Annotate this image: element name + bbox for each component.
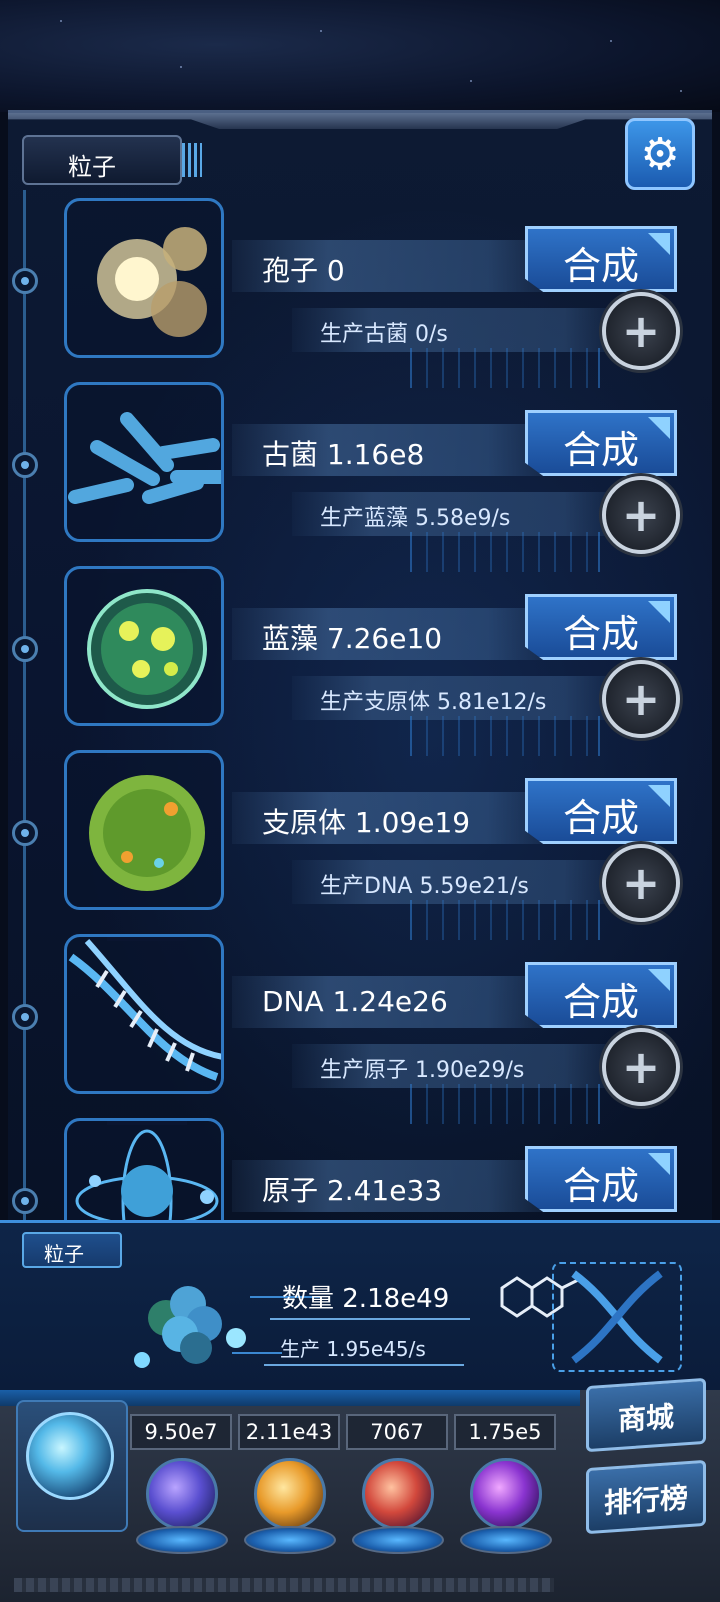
divider: [264, 1364, 464, 1366]
production-rate: 生产古菌 0/s: [292, 308, 612, 352]
production-rate: 生产蓝藻 5.58e9/s: [292, 492, 612, 536]
list-item-mycoplasma: 支原体 1.09e19 合成 生产DNA 5.59e21/s +: [0, 750, 720, 940]
list-item-spore: 孢子 0 合成 生产古菌 0/s +: [0, 198, 720, 388]
item-name: 蓝藻 7.26e10: [232, 608, 552, 660]
item-name: 支原体 1.09e19: [232, 792, 552, 844]
production-rate: 生产原子 1.90e29/s: [292, 1044, 612, 1088]
resource-slot[interactable]: 1.75e5: [454, 1406, 556, 1600]
mycoplasma-icon: [89, 775, 205, 891]
upgrade-button[interactable]: +: [602, 660, 680, 738]
divider: [270, 1318, 470, 1320]
brain-orb-icon[interactable]: [362, 1458, 434, 1530]
resource-value: 7067: [346, 1414, 448, 1450]
production-rate: 生产DNA 5.59e21/s: [292, 860, 612, 904]
synthesize-button[interactable]: 合成: [525, 1146, 677, 1212]
item-name: 古菌 1.16e8: [232, 424, 552, 476]
summary-wire: [232, 1352, 282, 1354]
synthesize-button[interactable]: 合成: [525, 594, 677, 660]
resource-value: 2.11e43: [238, 1414, 340, 1450]
mycoplasma-icon-frame: [64, 750, 224, 910]
cyanobacteria-icon: [87, 589, 207, 709]
orb-pedestal: [460, 1526, 552, 1554]
upgrade-button[interactable]: +: [602, 1028, 680, 1106]
footer-rail: [14, 1578, 554, 1592]
item-name: 孢子 0: [232, 240, 552, 292]
resource-slot[interactable]: 7067: [346, 1406, 448, 1600]
plus-icon: +: [621, 488, 661, 542]
resource-slot[interactable]: 9.50e7: [130, 1406, 232, 1600]
orb-pedestal: [244, 1526, 336, 1554]
lightning-orb-icon[interactable]: [146, 1458, 218, 1530]
synthesize-button[interactable]: 合成: [525, 962, 677, 1028]
archaea-icon: [68, 412, 221, 504]
upgrade-button[interactable]: +: [602, 292, 680, 370]
settings-button[interactable]: ⚙: [625, 118, 695, 190]
gear-icon: ⚙: [640, 128, 680, 180]
particle-count: 数量 2.18e49: [282, 1284, 450, 1314]
cyanobacteria-icon-frame: [64, 566, 224, 726]
dna-icon-frame: [64, 934, 224, 1094]
synthesize-button[interactable]: 合成: [525, 226, 677, 292]
dna-emblem-icon: [552, 1262, 682, 1372]
dna-icon: [68, 939, 221, 1081]
upgrade-button[interactable]: +: [602, 844, 680, 922]
ranking-button[interactable]: 排行榜: [586, 1459, 706, 1535]
list-item-cyanobacteria: 蓝藻 7.26e10 合成 生产支原体 5.81e12/s +: [0, 566, 720, 756]
production-rate: 生产支原体 5.81e12/s: [292, 676, 612, 720]
category-tab-label: 粒子: [68, 153, 116, 181]
particle-rate: 生产 1.95e45/s: [280, 1337, 426, 1361]
space-background: [0, 0, 720, 112]
plus-icon: +: [621, 304, 661, 358]
spore-icon-frame: [64, 198, 224, 358]
orb-pedestal: [136, 1526, 228, 1554]
plus-icon: +: [621, 672, 661, 726]
archaea-icon-frame: [64, 382, 224, 542]
particle-cluster-icon: [134, 1286, 246, 1368]
list-item-dna: DNA 1.24e26 合成 生产原子 1.90e29/s +: [0, 934, 720, 1124]
upgrade-button[interactable]: +: [602, 476, 680, 554]
particle-orb-icon[interactable]: [26, 1412, 114, 1500]
particle-tag: 粒子: [22, 1232, 122, 1268]
fire-orb-icon[interactable]: [254, 1458, 326, 1530]
item-name: DNA 1.24e26: [232, 976, 552, 1028]
item-name: 原子 2.41e33: [232, 1160, 552, 1212]
synthesize-button[interactable]: 合成: [525, 410, 677, 476]
resource-value: 9.50e7: [130, 1414, 232, 1450]
shop-button[interactable]: 商城: [586, 1377, 706, 1453]
plus-icon: +: [621, 1040, 661, 1094]
plus-icon: +: [621, 856, 661, 910]
category-tab[interactable]: 粒子: [22, 135, 202, 185]
orb-pedestal: [352, 1526, 444, 1554]
spore-icon: [97, 227, 207, 337]
resource-value: 1.75e5: [454, 1414, 556, 1450]
resource-slot[interactable]: 2.11e43: [238, 1406, 340, 1600]
list-item-archaea: 古菌 1.16e8 合成 生产蓝藻 5.58e9/s +: [0, 382, 720, 572]
vortex-orb-icon[interactable]: [470, 1458, 542, 1530]
synthesize-button[interactable]: 合成: [525, 778, 677, 844]
